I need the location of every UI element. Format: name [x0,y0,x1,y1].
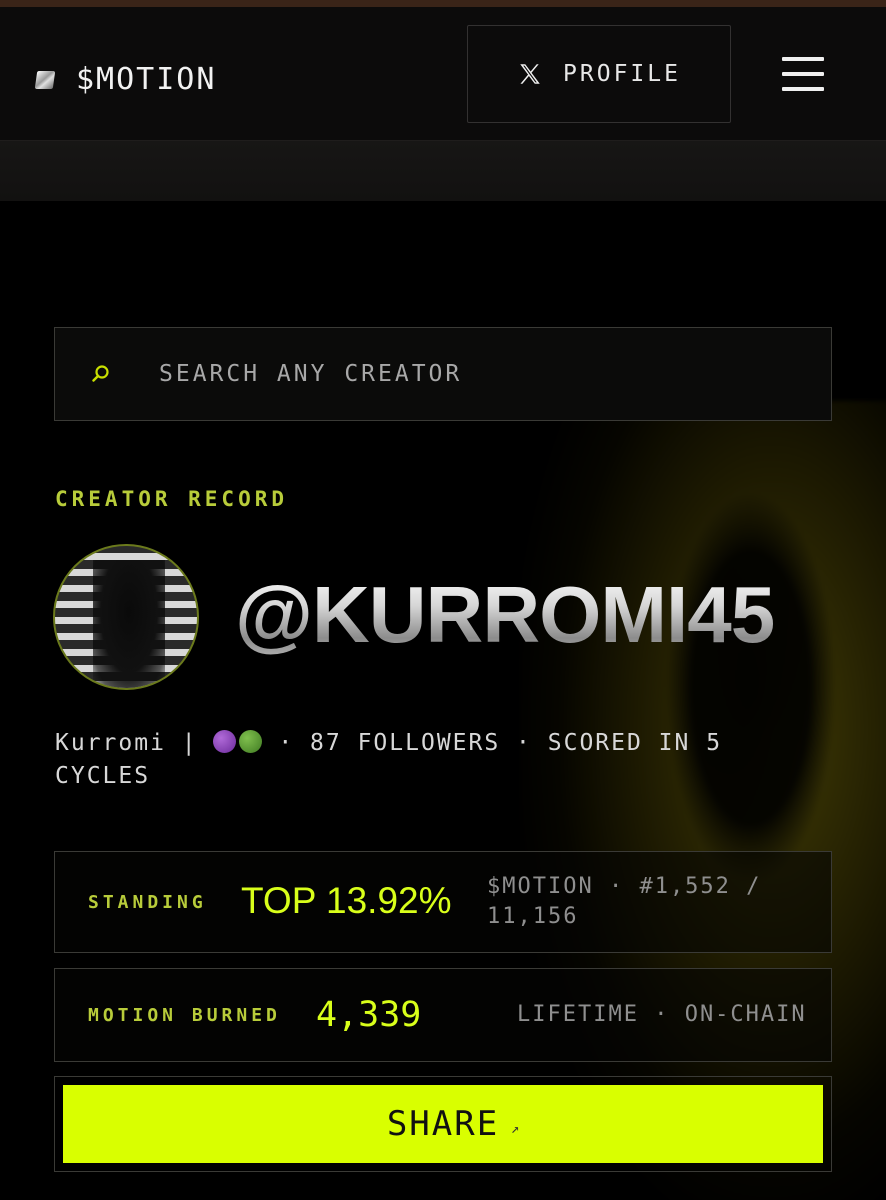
x-profile-button[interactable]: PROFILE [467,25,731,123]
share-label: SHARE [386,1104,500,1144]
creator-meta: Kurromi | · 87 FOLLOWERS · SCORED IN 5 C… [55,727,815,793]
share-container: SHARE ↗ [54,1076,832,1172]
top-navbar: $MOTION PROFILE [0,7,886,141]
followers-and-cycles: · 87 FOLLOWERS · SCORED IN 5 [278,730,723,756]
arrow-up-right-icon: ↗ [511,1121,520,1137]
creator-record-page: CREATOR RECORD @KURROMI45 Kurromi | · 87… [0,201,886,1200]
standing-value: TOP 13.92% [241,880,452,921]
motion-burned-card: MOTION BURNED 4,339 LIFETIME · ON-CHAIN [54,968,832,1062]
rank-line-1: $MOTION · #1,552 / [487,874,762,899]
search-input[interactable] [157,360,831,388]
sub-header-bar [0,141,886,201]
creator-handle: @KURROMI45 [235,570,775,659]
search-bar[interactable] [54,327,832,421]
share-button[interactable]: SHARE ↗ [63,1085,823,1163]
burned-value: 4,339 [316,995,422,1035]
x-logo-icon [520,64,540,84]
burned-label: MOTION BURNED [88,1005,281,1026]
section-label: CREATOR RECORD [55,487,289,511]
search-icon [92,365,109,382]
brand-logo[interactable]: $MOTION [34,62,217,97]
profile-label: PROFILE [563,61,681,87]
cycles-text: CYCLES [55,763,151,789]
avatar[interactable] [53,544,199,690]
logo-icon [34,70,56,89]
display-name: Kurromi | [55,730,198,756]
hamburger-menu-icon[interactable] [782,57,824,99]
burned-note: LIFETIME · ON-CHAIN [517,1002,807,1027]
standing-rank-note: $MOTION · #1,552 / 11,156 [487,872,787,932]
standing-card: STANDING TOP 13.92% $MOTION · #1,552 / 1… [54,851,832,953]
rank-line-2: 11,156 [487,904,579,929]
standing-label: STANDING [88,892,207,913]
top-accent-line [0,0,886,7]
purple-circle-icon [213,730,237,753]
green-circle-icon [239,730,263,753]
brand-name: $MOTION [76,62,217,97]
